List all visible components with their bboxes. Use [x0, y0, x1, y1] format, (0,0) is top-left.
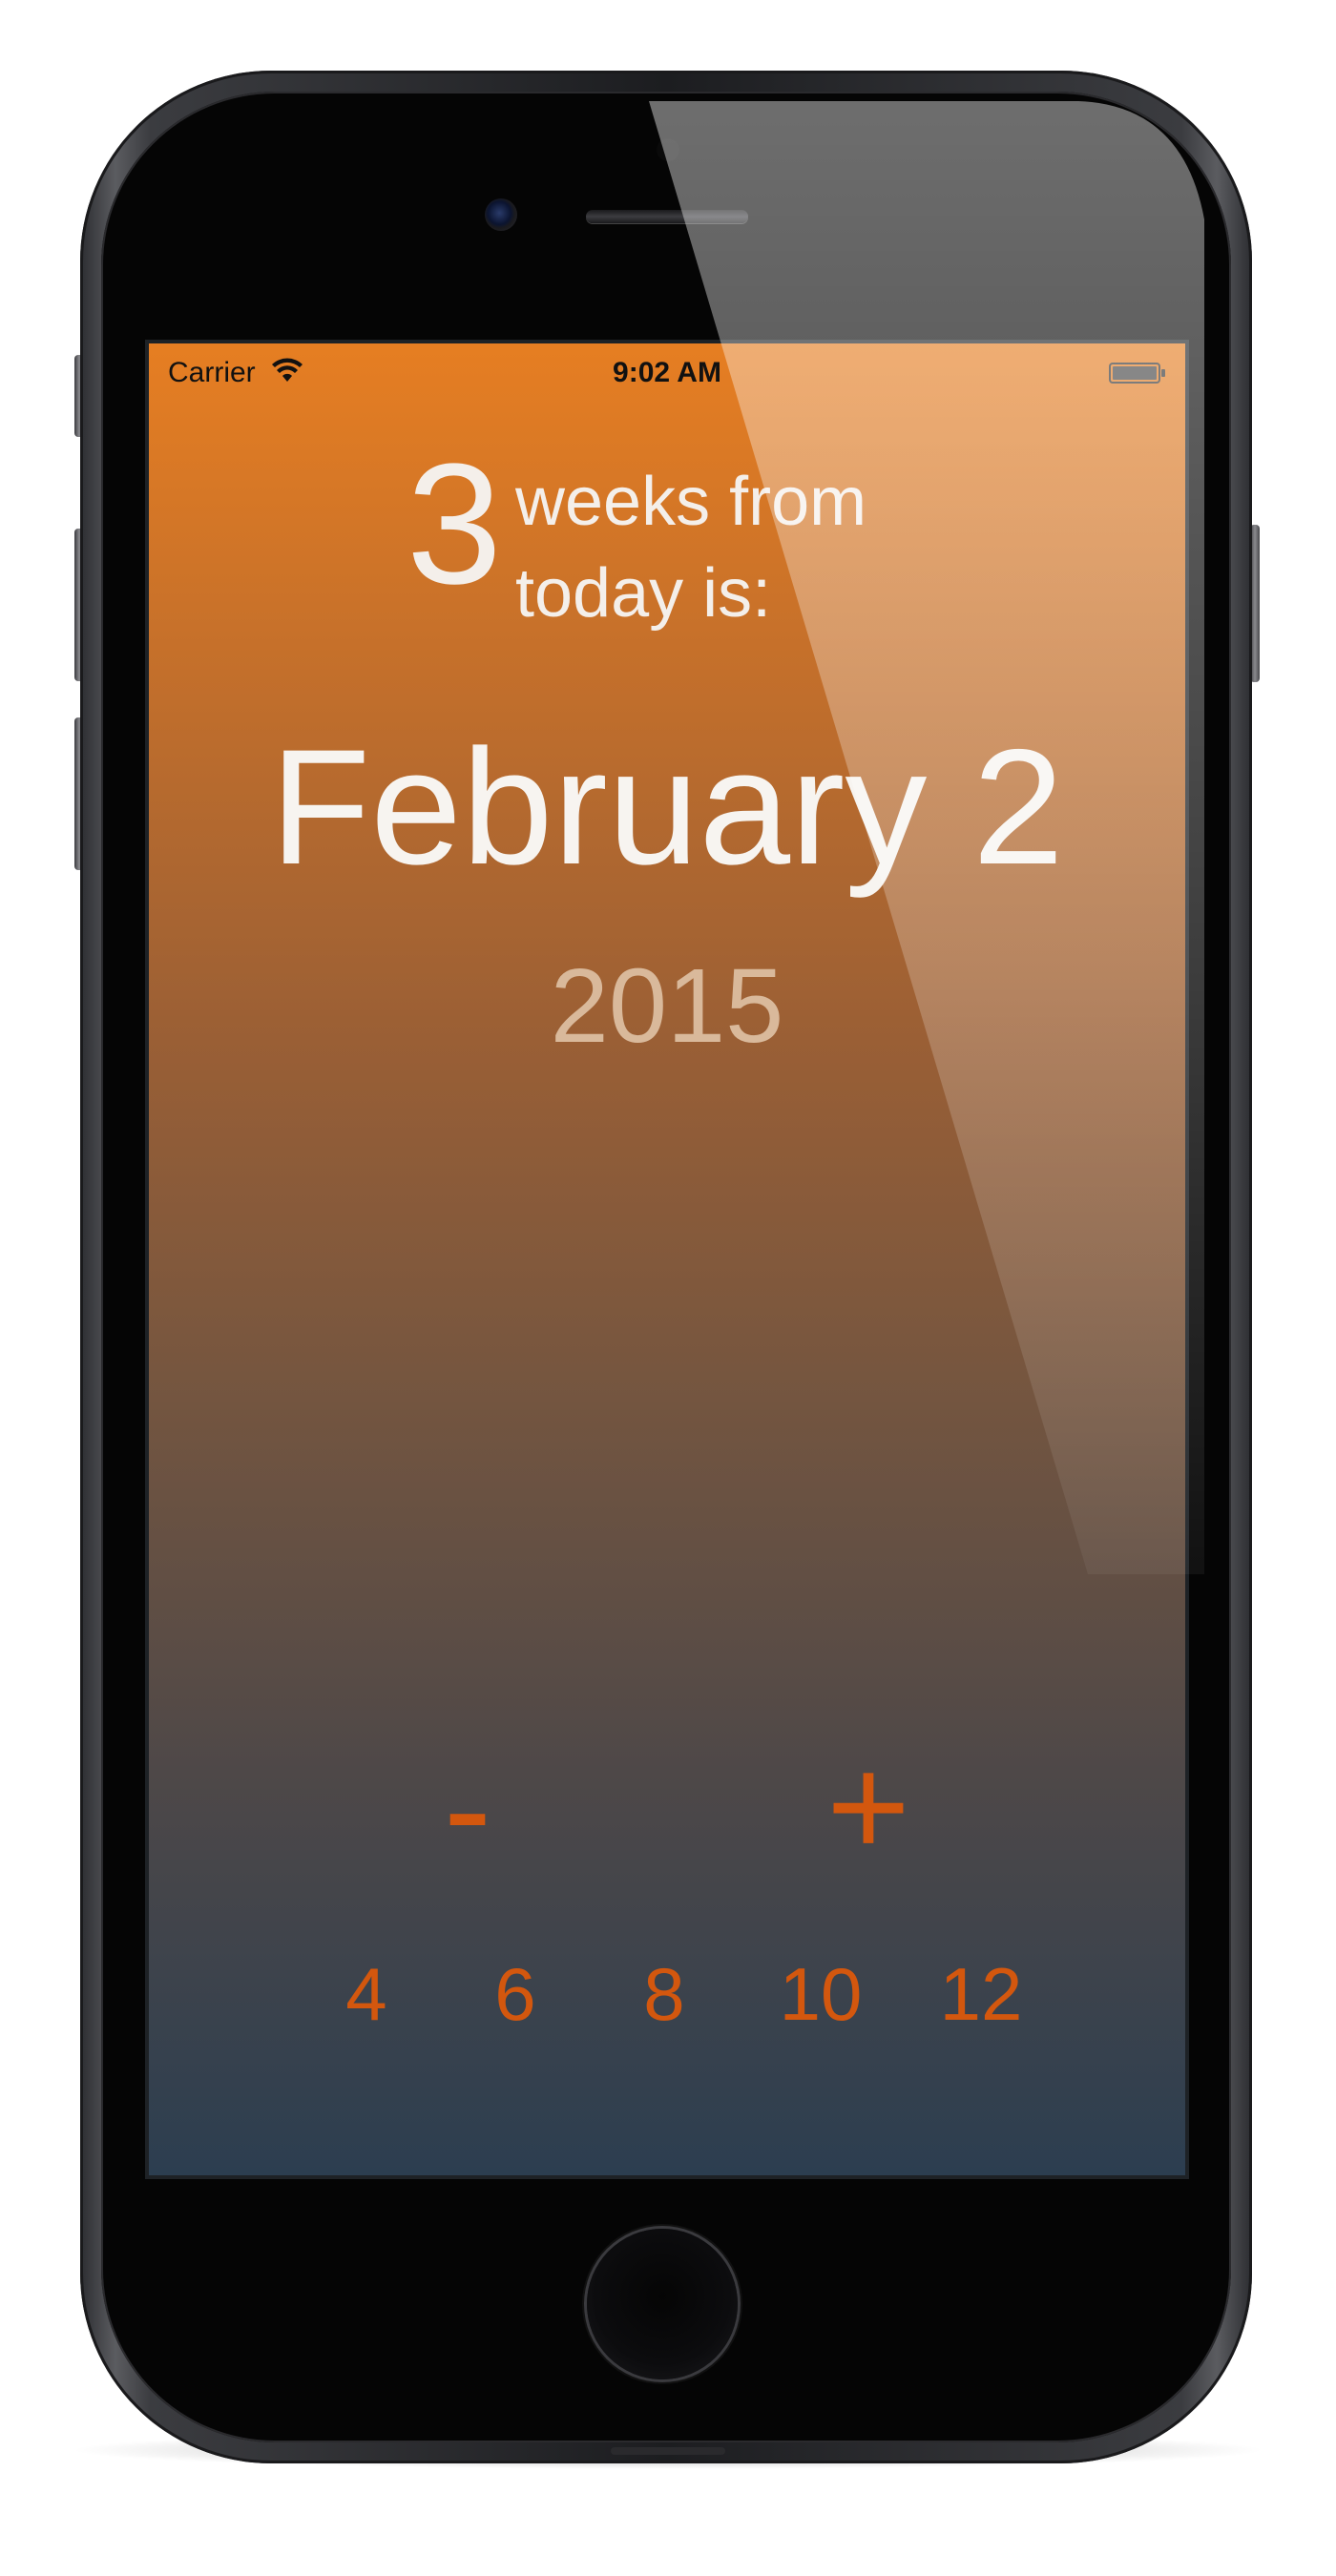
result-year: 2015: [550, 947, 784, 1065]
result-date: February 2: [270, 716, 1064, 899]
caption-line-2: today is:: [515, 555, 772, 632]
front-camera-icon: [485, 198, 517, 231]
preset-6-weeks[interactable]: 6: [449, 1946, 582, 2042]
increment-button[interactable]: +: [783, 1735, 954, 1878]
preset-10-weeks[interactable]: 10: [754, 1946, 887, 2042]
battery-icon: [1109, 363, 1165, 384]
preset-8-weeks[interactable]: 8: [597, 1946, 731, 2042]
caption-line-1: weeks from: [515, 464, 867, 540]
decrement-button[interactable]: -: [382, 1736, 553, 1880]
status-bar: Carrier 9:02 AM: [149, 343, 1185, 403]
bottom-port: [611, 2447, 725, 2455]
weeks-caption: weeks from today is:: [515, 456, 1050, 639]
preset-4-weeks[interactable]: 4: [300, 1946, 433, 2042]
home-button[interactable]: [587, 2229, 738, 2379]
preset-12-weeks[interactable]: 12: [914, 1946, 1048, 2042]
proximity-sensor: [657, 138, 679, 161]
status-time: 9:02 AM: [613, 357, 721, 388]
app-screen: Carrier 9:02 AM 3 weeks from today is: F…: [149, 343, 1185, 2175]
earpiece-speaker: [586, 210, 748, 223]
week-presets: 4 6 8 10 12: [149, 1946, 1185, 2042]
